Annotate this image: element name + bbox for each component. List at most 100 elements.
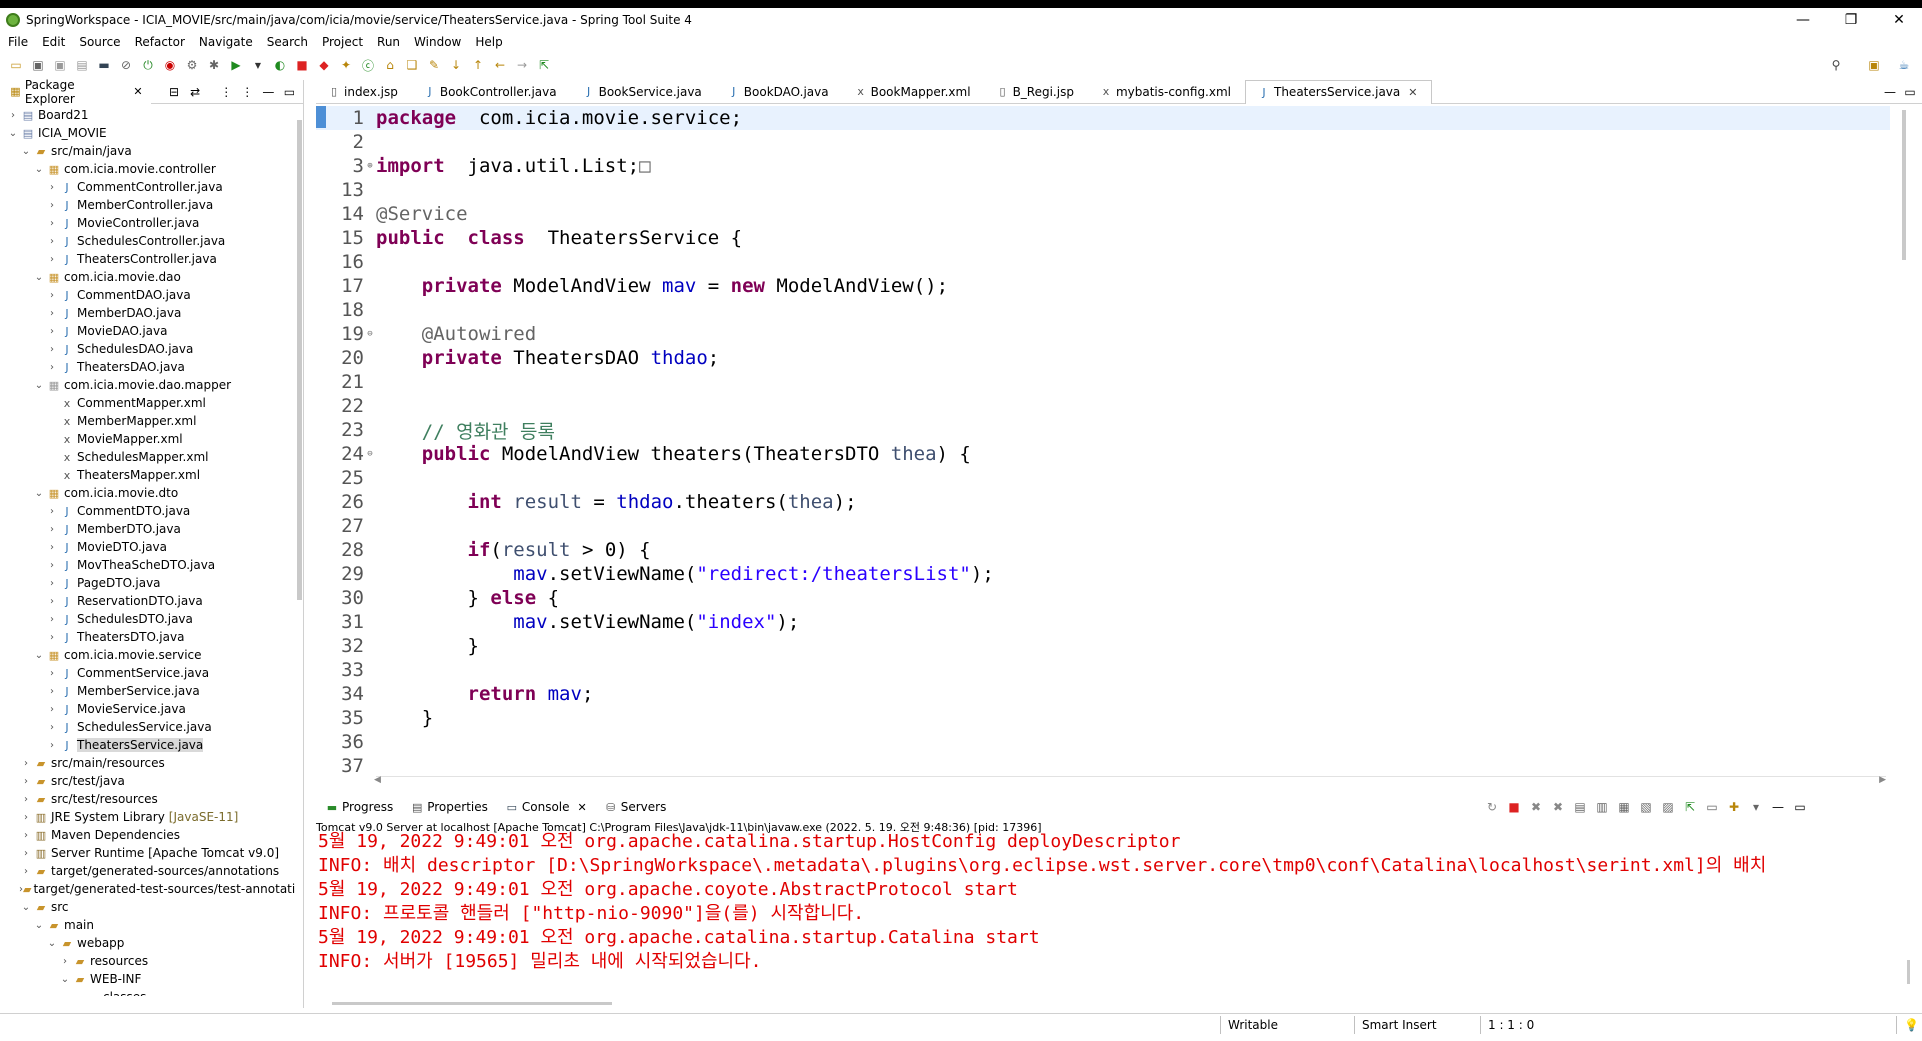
pin-console-icon[interactable]: ⇱: [1682, 799, 1698, 815]
tree-item[interactable]: › J MovieDTO.java: [0, 538, 295, 556]
tree-item[interactable]: › ▤ Board21: [0, 106, 295, 124]
tree-item[interactable]: x SchedulesMapper.xml: [0, 448, 295, 466]
collapsed-chevron-icon[interactable]: ›: [45, 344, 59, 355]
close-icon[interactable]: ✕: [133, 85, 142, 98]
collapsed-chevron-icon[interactable]: ›: [19, 776, 33, 787]
expanded-chevron-icon[interactable]: ⌄: [58, 974, 72, 985]
console-menu-icon[interactable]: ▾: [1748, 799, 1764, 815]
view-menu-icon[interactable]: ⋮: [240, 84, 255, 100]
tree-item[interactable]: › J SchedulesService.java: [0, 718, 295, 736]
console-vertical-scrollbar[interactable]: [1907, 960, 1910, 984]
tree-item[interactable]: › J MemberDAO.java: [0, 304, 295, 322]
expanded-chevron-icon[interactable]: ⌄: [32, 380, 46, 391]
expanded-chevron-icon[interactable]: ⌄: [19, 902, 33, 913]
skip-breakpoints-icon[interactable]: ⊘: [118, 57, 134, 73]
tree-item[interactable]: › J MovTheaScheDTO.java: [0, 556, 295, 574]
collapsed-chevron-icon[interactable]: ›: [45, 236, 59, 247]
tree-item[interactable]: › J ReservationDTO.java: [0, 592, 295, 610]
new-class-icon[interactable]: ⓒ: [360, 57, 376, 73]
collapsed-chevron-icon[interactable]: ›: [19, 848, 33, 859]
minimize-view-icon[interactable]: —: [261, 84, 276, 100]
tree-item[interactable]: › ▰ target/generated-sources/annotations: [0, 862, 295, 880]
scroll-lock-icon[interactable]: ▥: [1594, 799, 1610, 815]
collapsed-chevron-icon[interactable]: ›: [45, 200, 59, 211]
tree-item[interactable]: › J CommentDAO.java: [0, 286, 295, 304]
forward-icon[interactable]: →: [514, 57, 530, 73]
debug-icon[interactable]: ✱: [206, 57, 222, 73]
expanded-chevron-icon[interactable]: ⌄: [32, 272, 46, 283]
save-icon[interactable]: ▣: [30, 57, 46, 73]
search-icon[interactable]: ⚲: [1828, 57, 1844, 73]
external-tools-icon[interactable]: ◆: [316, 57, 332, 73]
next-annotation-icon[interactable]: ↑: [470, 57, 486, 73]
tree-item[interactable]: › ▰ target/generated-test-sources/test-ann…: [0, 880, 295, 898]
collapsed-chevron-icon[interactable]: ›: [6, 110, 20, 121]
new-java-project-icon[interactable]: ✦: [338, 57, 354, 73]
tree-item[interactable]: ⌄ ▦ com.icia.movie.controller: [0, 160, 295, 178]
collapsed-chevron-icon[interactable]: ›: [45, 704, 59, 715]
tree-item[interactable]: x MovieMapper.xml: [0, 430, 295, 448]
maximize-editor-icon[interactable]: ▭: [1902, 84, 1918, 100]
clear-console-icon[interactable]: ▤: [1572, 799, 1588, 815]
print-icon[interactable]: ▤: [74, 57, 90, 73]
terminal-icon[interactable]: ▬: [96, 57, 112, 73]
collapsed-chevron-icon[interactable]: ›: [45, 596, 59, 607]
editor-horizontal-scrollbar[interactable]: ◀ ▶: [374, 775, 1886, 785]
collapsed-chevron-icon[interactable]: ›: [45, 290, 59, 301]
server-icon[interactable]: ◉: [162, 57, 178, 73]
tree-item[interactable]: ⌄ ▰ main: [0, 916, 295, 934]
collapsed-chevron-icon[interactable]: ›: [45, 560, 59, 571]
tree-item[interactable]: › J CommentService.java: [0, 664, 295, 682]
back-icon[interactable]: ←: [492, 57, 508, 73]
tree-item[interactable]: x CommentMapper.xml: [0, 394, 295, 412]
expanded-chevron-icon[interactable]: ⌄: [32, 920, 46, 931]
menu-item-source[interactable]: Source: [79, 35, 120, 49]
console-horizontal-scrollbar[interactable]: [332, 1002, 612, 1005]
tree-item[interactable]: › ▰ src/test/java: [0, 772, 295, 790]
tree-item[interactable]: › J MovieService.java: [0, 700, 295, 718]
tree-item[interactable]: › J MemberController.java: [0, 196, 295, 214]
expanded-chevron-icon[interactable]: ⌄: [19, 146, 33, 157]
open-console-icon[interactable]: ✚: [1726, 799, 1742, 815]
link-with-editor-icon[interactable]: ⇄: [188, 84, 203, 100]
editor-tab[interactable]: J BookDAO.java: [716, 80, 843, 104]
collapsed-chevron-icon[interactable]: ›: [45, 218, 59, 229]
tree-item[interactable]: › J TheatersDTO.java: [0, 628, 295, 646]
collapsed-chevron-icon[interactable]: ›: [19, 794, 33, 805]
close-icon[interactable]: ✕: [578, 801, 587, 814]
display-console-icon[interactable]: ▭: [1704, 799, 1720, 815]
tree-item[interactable]: › J CommentDTO.java: [0, 502, 295, 520]
editor-tab[interactable]: J BookService.java: [571, 80, 716, 104]
expanded-chevron-icon[interactable]: ⌄: [32, 164, 46, 175]
collapsed-chevron-icon[interactable]: ›: [45, 614, 59, 625]
console-output[interactable]: 5월 19, 2022 9:49:01 오전 org.apache.catali…: [316, 827, 1922, 971]
editor-tab[interactable]: x BookMapper.xml: [843, 80, 985, 104]
scroll-left-icon[interactable]: ◀: [374, 775, 381, 785]
tree-item[interactable]: › J TheatersController.java: [0, 250, 295, 268]
expanded-chevron-icon[interactable]: ⌄: [6, 128, 20, 139]
tree-item[interactable]: › J SchedulesDTO.java: [0, 610, 295, 628]
tree-item[interactable]: › J SchedulesDAO.java: [0, 340, 295, 358]
tree-item[interactable]: ⌄ ▤ ICIA_MOVIE: [0, 124, 295, 142]
collapsed-chevron-icon[interactable]: ›: [45, 722, 59, 733]
collapsed-chevron-icon[interactable]: ›: [58, 956, 72, 967]
show-on-output-icon[interactable]: ▧: [1638, 799, 1654, 815]
tree-item[interactable]: x TheatersMapper.xml: [0, 466, 295, 484]
menu-item-edit[interactable]: Edit: [42, 35, 65, 49]
pin-editor-icon[interactable]: ⇱: [536, 57, 552, 73]
menu-item-run[interactable]: Run: [377, 35, 400, 49]
collapsed-chevron-icon[interactable]: ›: [45, 632, 59, 643]
collapsed-chevron-icon[interactable]: ›: [19, 866, 33, 877]
collapsed-chevron-icon[interactable]: ›: [45, 542, 59, 553]
coverage-icon[interactable]: ◐: [272, 57, 288, 73]
fold-toggle-icon[interactable]: ⊕: [364, 161, 376, 171]
tree-item[interactable]: x MemberMapper.xml: [0, 412, 295, 430]
tree-item[interactable]: › J SchedulesController.java: [0, 232, 295, 250]
tree-item[interactable]: › J MovieDAO.java: [0, 322, 295, 340]
editor-vertical-scrollbar[interactable]: [1902, 110, 1906, 260]
run-icon[interactable]: ▶: [228, 57, 244, 73]
close-button[interactable]: ✕: [1876, 8, 1922, 32]
open-perspective-icon[interactable]: ▣: [1866, 57, 1882, 73]
minimize-console-icon[interactable]: —: [1770, 799, 1786, 815]
new-icon[interactable]: ▭: [8, 57, 24, 73]
